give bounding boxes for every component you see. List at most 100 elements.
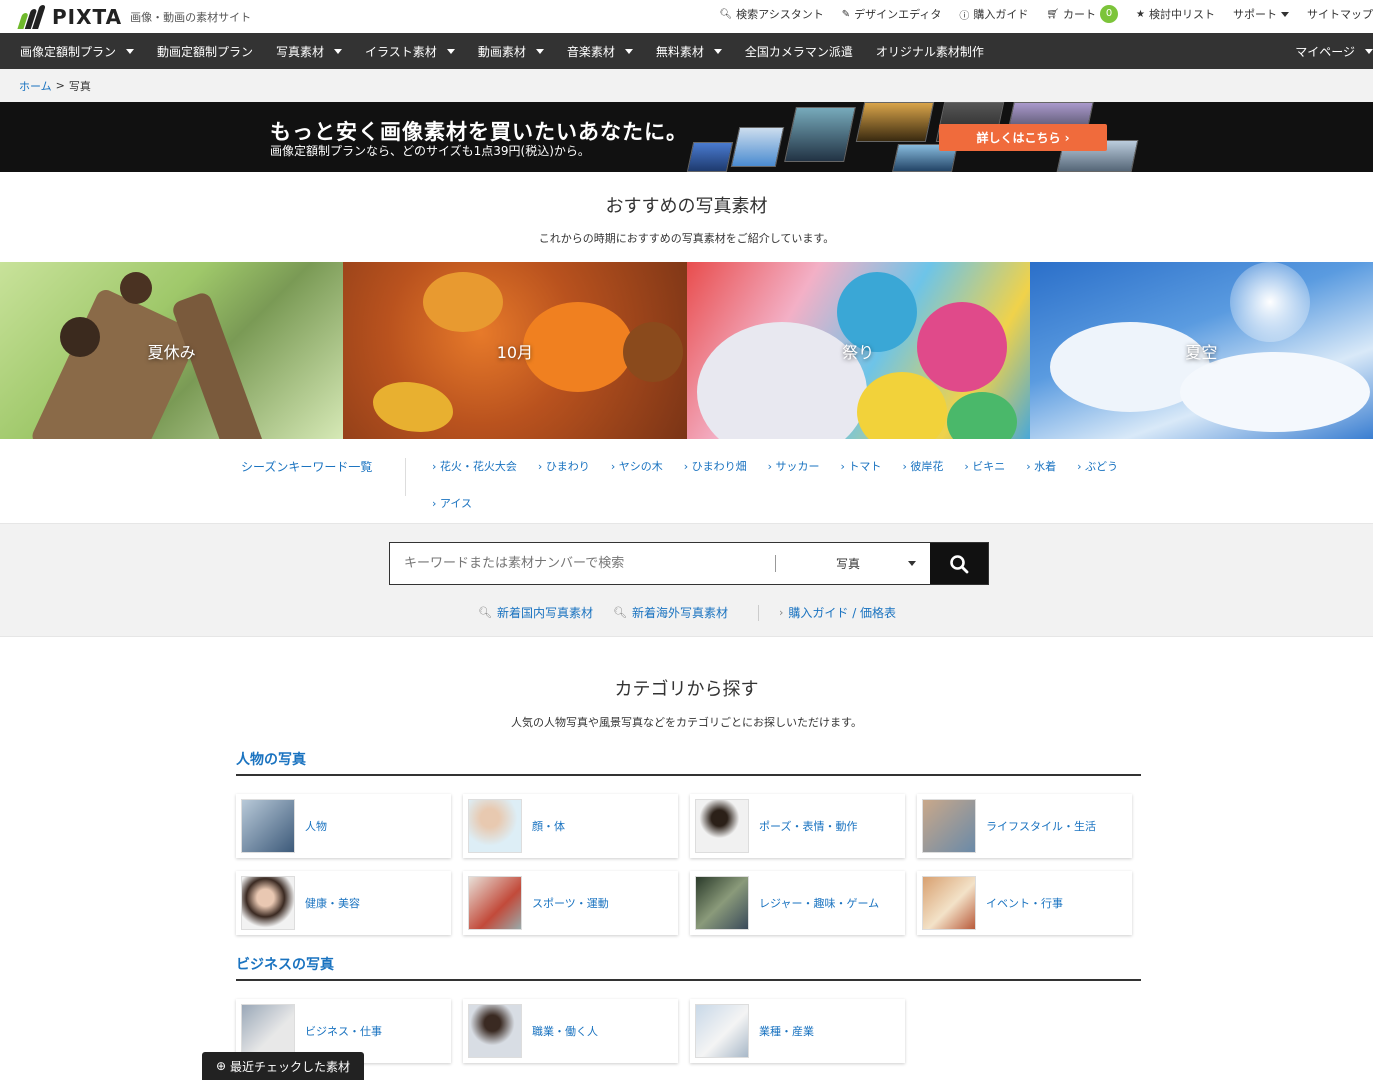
nav-item-original[interactable]: オリジナル素材制作	[876, 43, 984, 60]
logo-mark-icon	[17, 4, 46, 29]
season-keyword[interactable]: サッカー	[768, 458, 820, 487]
new-domestic-link[interactable]: 🔍︎ 新着国内写真素材	[478, 604, 593, 621]
category-card[interactable]: 顔・体	[463, 794, 678, 858]
price-guide-link[interactable]: › 購入ガイド / 価格表	[779, 604, 896, 621]
breadcrumb-current: 写真	[68, 79, 91, 93]
nav-item-photographer[interactable]: 全国カメラマン派遣	[745, 43, 853, 60]
category-group-heading: 人物の写真	[236, 749, 1141, 776]
search-assistant-label: 検索アシスタント	[736, 8, 824, 21]
chevron-down-icon	[334, 48, 343, 54]
wishlist-link[interactable]: ★ 検討中リスト	[1136, 6, 1215, 22]
nav-item-label: 写真素材	[276, 44, 325, 59]
category-thumbnail	[241, 876, 295, 930]
category-card[interactable]: 業種・産業	[690, 999, 905, 1063]
search-icon: 🔍︎	[719, 8, 733, 20]
cart-label: カート	[1063, 8, 1097, 21]
nav-item-label: 全国カメラマン派遣	[744, 44, 853, 59]
season-keyword[interactable]: ひまわり	[538, 458, 590, 487]
tile-festival[interactable]: 祭り	[686, 262, 1030, 439]
new-overseas-link[interactable]: 🔍︎ 新着海外写真素材	[613, 604, 728, 621]
support-label: サポート	[1233, 8, 1277, 21]
season-keywords-heading[interactable]: シーズンキーワード一覧	[241, 458, 406, 496]
category-thumbnail	[468, 876, 522, 930]
season-keyword[interactable]: 水着	[1026, 458, 1056, 487]
nav-item-label: 動画素材	[477, 44, 526, 59]
category-thumbnail	[695, 1004, 749, 1058]
nav-item-label: イラスト素材	[365, 44, 437, 59]
category-card[interactable]: ポーズ・表情・動作	[690, 794, 905, 858]
categories-title: カテゴリから探す	[614, 679, 759, 700]
search-bar: 写真	[389, 542, 989, 585]
search-icon: 🔍︎	[612, 606, 627, 619]
nav-item-label: 無料素材	[655, 44, 704, 59]
season-keyword[interactable]: ぶどう	[1077, 458, 1118, 487]
cart-link[interactable]: 🛒︎ カート 0	[1046, 5, 1119, 23]
nav-item-image-plan[interactable]: 画像定額制プラン	[20, 43, 135, 60]
nav-item-label: オリジナル素材制作	[875, 44, 984, 59]
tile-october[interactable]: 10月	[343, 262, 687, 439]
category-card[interactable]: レジャー・趣味・ゲーム	[690, 871, 905, 935]
season-keyword[interactable]: アイス	[432, 495, 472, 524]
season-keyword[interactable]: ひまわり畑	[684, 458, 747, 487]
nav-item-illustrations[interactable]: イラスト素材	[365, 43, 455, 60]
support-menu[interactable]: サポート	[1233, 6, 1289, 22]
logo[interactable]: PIXTA	[17, 4, 122, 29]
breadcrumb-home[interactable]: ホーム	[19, 78, 52, 94]
category-thumbnail	[922, 876, 976, 930]
category-card[interactable]: スポーツ・運動	[463, 871, 678, 935]
chevron-right-icon: ›	[778, 606, 784, 619]
tile-label: 祭り	[842, 342, 875, 362]
category-label: レジャー・趣味・ゲーム	[759, 897, 880, 910]
nav-item-label: 動画定額制プラン	[157, 44, 254, 59]
recent-items-tab[interactable]: ⊕ 最近チェックした素材	[202, 1052, 364, 1080]
sitemap-link[interactable]: サイトマップ	[1307, 6, 1373, 22]
search-type-value: 写真	[836, 557, 861, 571]
nav-item-music[interactable]: 音楽素材	[567, 43, 633, 60]
purchase-guide-link[interactable]: ⓘ 購入ガイド	[959, 6, 1028, 22]
chevron-down-icon	[126, 48, 135, 54]
category-card[interactable]: 健康・美容	[236, 871, 451, 935]
category-thumbnail	[241, 1004, 295, 1058]
category-card[interactable]: 人物	[236, 794, 451, 858]
season-keyword[interactable]: 花火・花火大会	[432, 458, 517, 487]
new-overseas-label: 新着海外写真素材	[631, 606, 728, 620]
design-editor-label: デザインエディタ	[854, 8, 942, 21]
season-keyword[interactable]: ヤシの木	[611, 458, 663, 487]
main-nav: 画像定額制プラン 動画定額制プラン 写真素材 イラスト素材 動画素材 音楽素材 …	[0, 33, 1373, 69]
nav-item-free[interactable]: 無料素材	[656, 43, 722, 60]
tile-label: 10月	[496, 342, 534, 362]
tile-label: 夏休み	[147, 342, 196, 362]
search-button[interactable]	[930, 543, 988, 584]
category-cards: 人物 顔・体 ポーズ・表情・動作 ライフスタイル・生活 健康・美容 スポーツ・運…	[236, 794, 1141, 935]
season-keywords: シーズンキーワード一覧 花火・花火大会 ひまわり ヤシの木 ひまわり畑 サッカー…	[0, 439, 1373, 523]
tile-summer-sky[interactable]: 夏空	[1029, 262, 1373, 439]
category-card[interactable]: 職業・働く人	[463, 999, 678, 1063]
category-thumbnail	[241, 799, 295, 853]
search-quick-links: 🔍︎ 新着国内写真素材 🔍︎ 新着海外写真素材 › 購入ガイド / 価格表	[478, 604, 916, 621]
category-card[interactable]: イベント・行事	[917, 871, 1132, 935]
category-label: 人物	[305, 820, 327, 833]
design-editor-link[interactable]: ✎ デザインエディタ	[842, 6, 942, 22]
mypage-label: マイページ	[1295, 44, 1355, 59]
search-assistant-link[interactable]: 🔍︎ 検索アシスタント	[719, 6, 823, 22]
season-keyword[interactable]: 彼岸花	[902, 458, 943, 487]
search-icon: 🔍︎	[478, 606, 492, 619]
season-keyword[interactable]: ビキニ	[964, 458, 1005, 487]
search-input[interactable]	[390, 543, 775, 584]
promo-banner[interactable]: もっと安く画像素材を買いたいあなたに。 画像定額制プランなら、どのサイズも1点3…	[0, 102, 1373, 172]
banner-cta-button[interactable]: 詳しくはこちら ›	[939, 124, 1107, 151]
season-keyword[interactable]: トマト	[841, 458, 881, 487]
search-area: 写真 🔍︎ 新着国内写真素材 🔍︎ 新着海外写真素材 › 購入ガイド / 価格表	[0, 523, 1373, 637]
category-card[interactable]: ライフスタイル・生活	[917, 794, 1132, 858]
search-type-select[interactable]: 写真	[776, 543, 930, 584]
edit-icon: ✎	[841, 8, 851, 20]
nav-item-video-plan[interactable]: 動画定額制プラン	[157, 43, 253, 60]
tile-label: 夏空	[1185, 342, 1218, 362]
category-label: ライフスタイル・生活	[986, 820, 1096, 833]
tile-summer-vacation[interactable]: 夏休み	[0, 262, 344, 439]
chevron-down-icon	[535, 48, 544, 54]
nav-item-photos[interactable]: 写真素材	[276, 43, 343, 60]
nav-item-videos[interactable]: 動画素材	[478, 43, 544, 60]
nav-item-mypage[interactable]: マイページ	[1295, 43, 1373, 60]
recommend-tiles: 夏休み 10月 祭り 夏空	[0, 262, 1373, 439]
